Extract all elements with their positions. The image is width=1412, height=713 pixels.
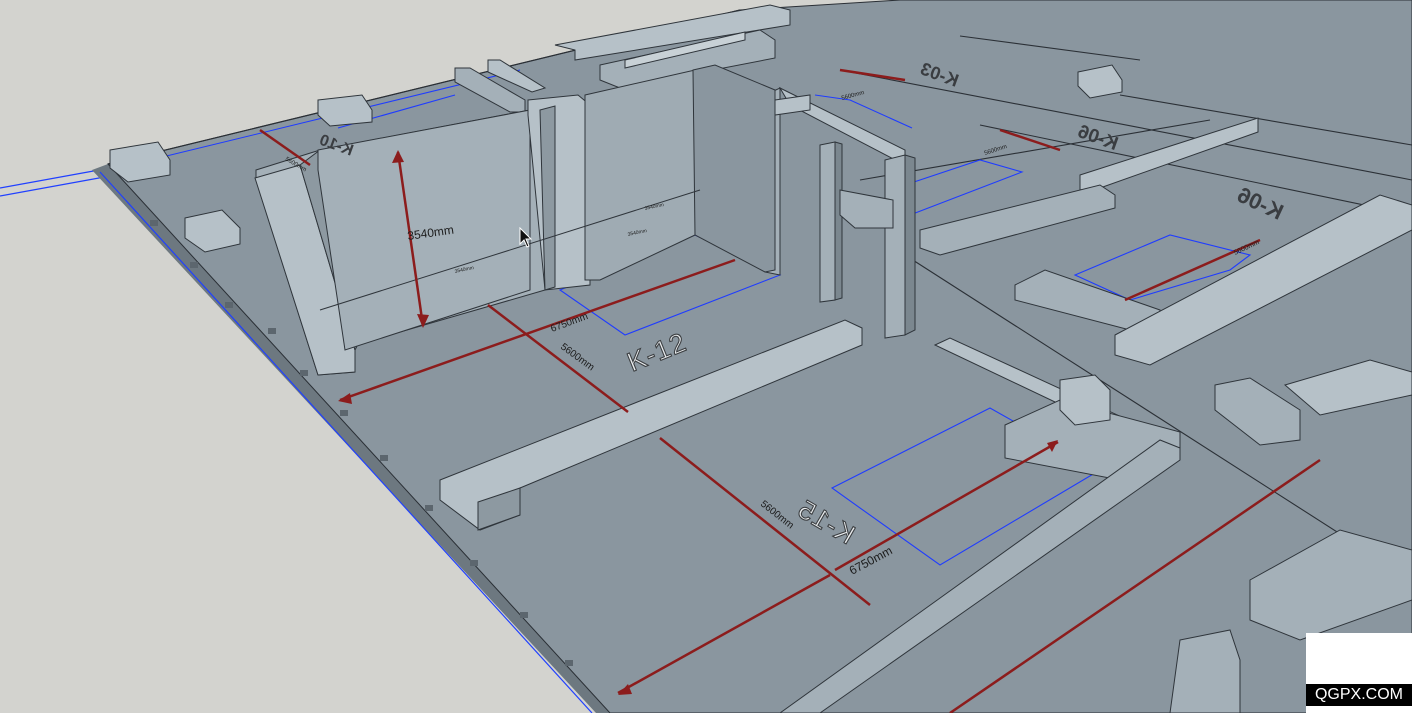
watermark: QGPX.COM	[1306, 633, 1412, 713]
model-scene[interactable]: 3540mm 6750mm 5600mm 5600mm 6750mm 3540m…	[0, 0, 1412, 713]
modeling-viewport[interactable]: 3540mm 6750mm 5600mm 5600mm 6750mm 3540m…	[0, 0, 1412, 713]
watermark-text: QGPX.COM	[1306, 684, 1412, 706]
arrow-cursor-icon	[519, 227, 533, 248]
